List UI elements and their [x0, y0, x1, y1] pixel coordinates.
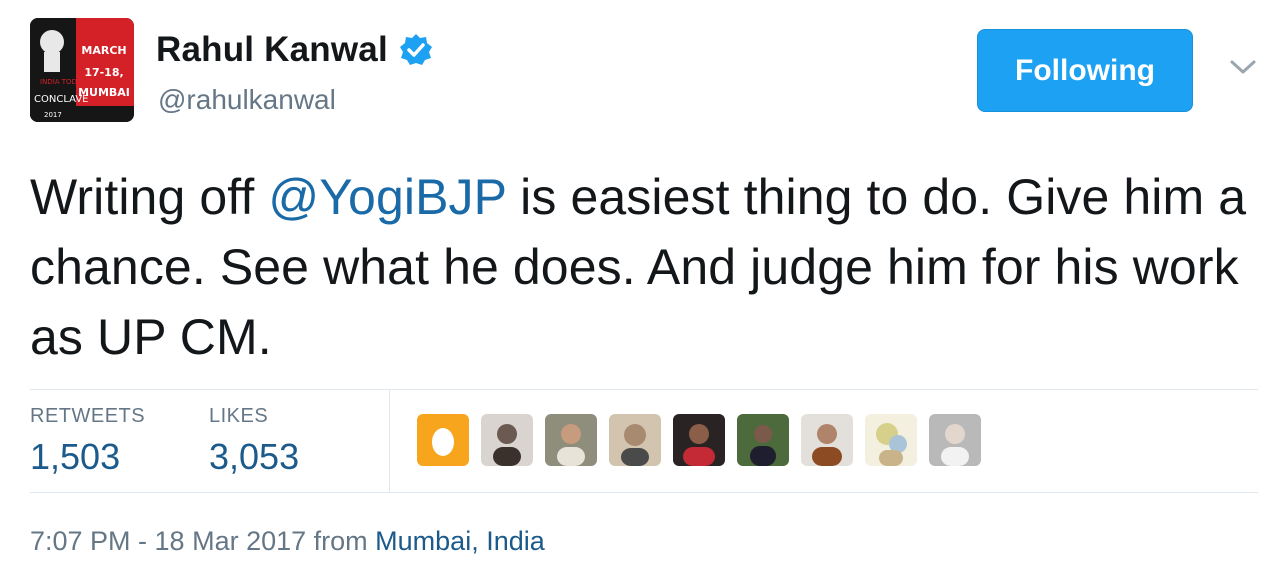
svg-text:INDIA TODAY: INDIA TODAY	[40, 78, 86, 86]
liker-avatar[interactable]	[481, 414, 533, 466]
display-name[interactable]: Rahul Kanwal	[156, 30, 388, 70]
svg-text:MARCH: MARCH	[81, 44, 126, 57]
user-avatar-icon	[609, 414, 661, 466]
svg-text:17-18,: 17-18,	[84, 66, 123, 79]
tweet-text-before: Writing off	[30, 169, 269, 225]
liker-avatar[interactable]	[737, 414, 789, 466]
likes-count: 3,053	[209, 436, 300, 477]
user-avatar-icon	[737, 414, 789, 466]
user-avatar-icon	[545, 414, 597, 466]
user-avatar-icon	[481, 414, 533, 466]
user-avatar-icon	[865, 414, 917, 466]
liker-avatar[interactable]	[801, 414, 853, 466]
verified-badge-icon	[398, 32, 434, 68]
retweets-label: RETWEETS	[30, 405, 146, 427]
user-handle[interactable]: @rahulkanwal	[158, 84, 336, 116]
retweets-stat[interactable]: RETWEETS 1,503	[30, 405, 145, 478]
retweets-count: 1,503	[30, 436, 121, 477]
user-avatar-icon	[801, 414, 853, 466]
location-link[interactable]: Mumbai, India	[375, 526, 545, 556]
profile-avatar[interactable]: MARCH 17-18, MUMBAI INDIA TODAY CONCLAVE…	[30, 18, 134, 122]
name-row: Rahul Kanwal	[156, 30, 434, 70]
stats-divider	[389, 390, 390, 492]
chevron-down-icon[interactable]	[1226, 54, 1260, 78]
conclave-logo-avatar: MARCH 17-18, MUMBAI INDIA TODAY CONCLAVE…	[30, 18, 134, 122]
tweet-metadata: 7:07 PM - 18 Mar 2017 from Mumbai, India	[30, 526, 545, 557]
svg-text:2017: 2017	[44, 111, 62, 119]
liker-avatar[interactable]	[609, 414, 661, 466]
divider-bottom	[30, 492, 1258, 493]
liker-avatars	[417, 414, 981, 466]
divider-top	[30, 389, 1258, 390]
user-avatar-icon	[929, 414, 981, 466]
mention-link[interactable]: @YogiBJP	[268, 169, 506, 225]
following-button[interactable]: Following	[977, 29, 1193, 112]
svg-text:CONCLAVE: CONCLAVE	[34, 94, 88, 105]
tweet-text: Writing off @YogiBJP is easiest thing to…	[30, 162, 1250, 372]
egg-avatar-icon	[417, 414, 469, 466]
user-avatar-icon	[673, 414, 725, 466]
liker-avatar[interactable]	[865, 414, 917, 466]
likes-stat[interactable]: LIKES 3,053	[209, 405, 299, 478]
liker-avatar[interactable]	[929, 414, 981, 466]
liker-avatar[interactable]	[673, 414, 725, 466]
from-label: from	[306, 526, 376, 556]
liker-avatar-egg[interactable]	[417, 414, 469, 466]
liker-avatar[interactable]	[545, 414, 597, 466]
likes-label: LIKES	[209, 405, 269, 427]
tweet-timestamp[interactable]: 7:07 PM - 18 Mar 2017	[30, 526, 306, 556]
